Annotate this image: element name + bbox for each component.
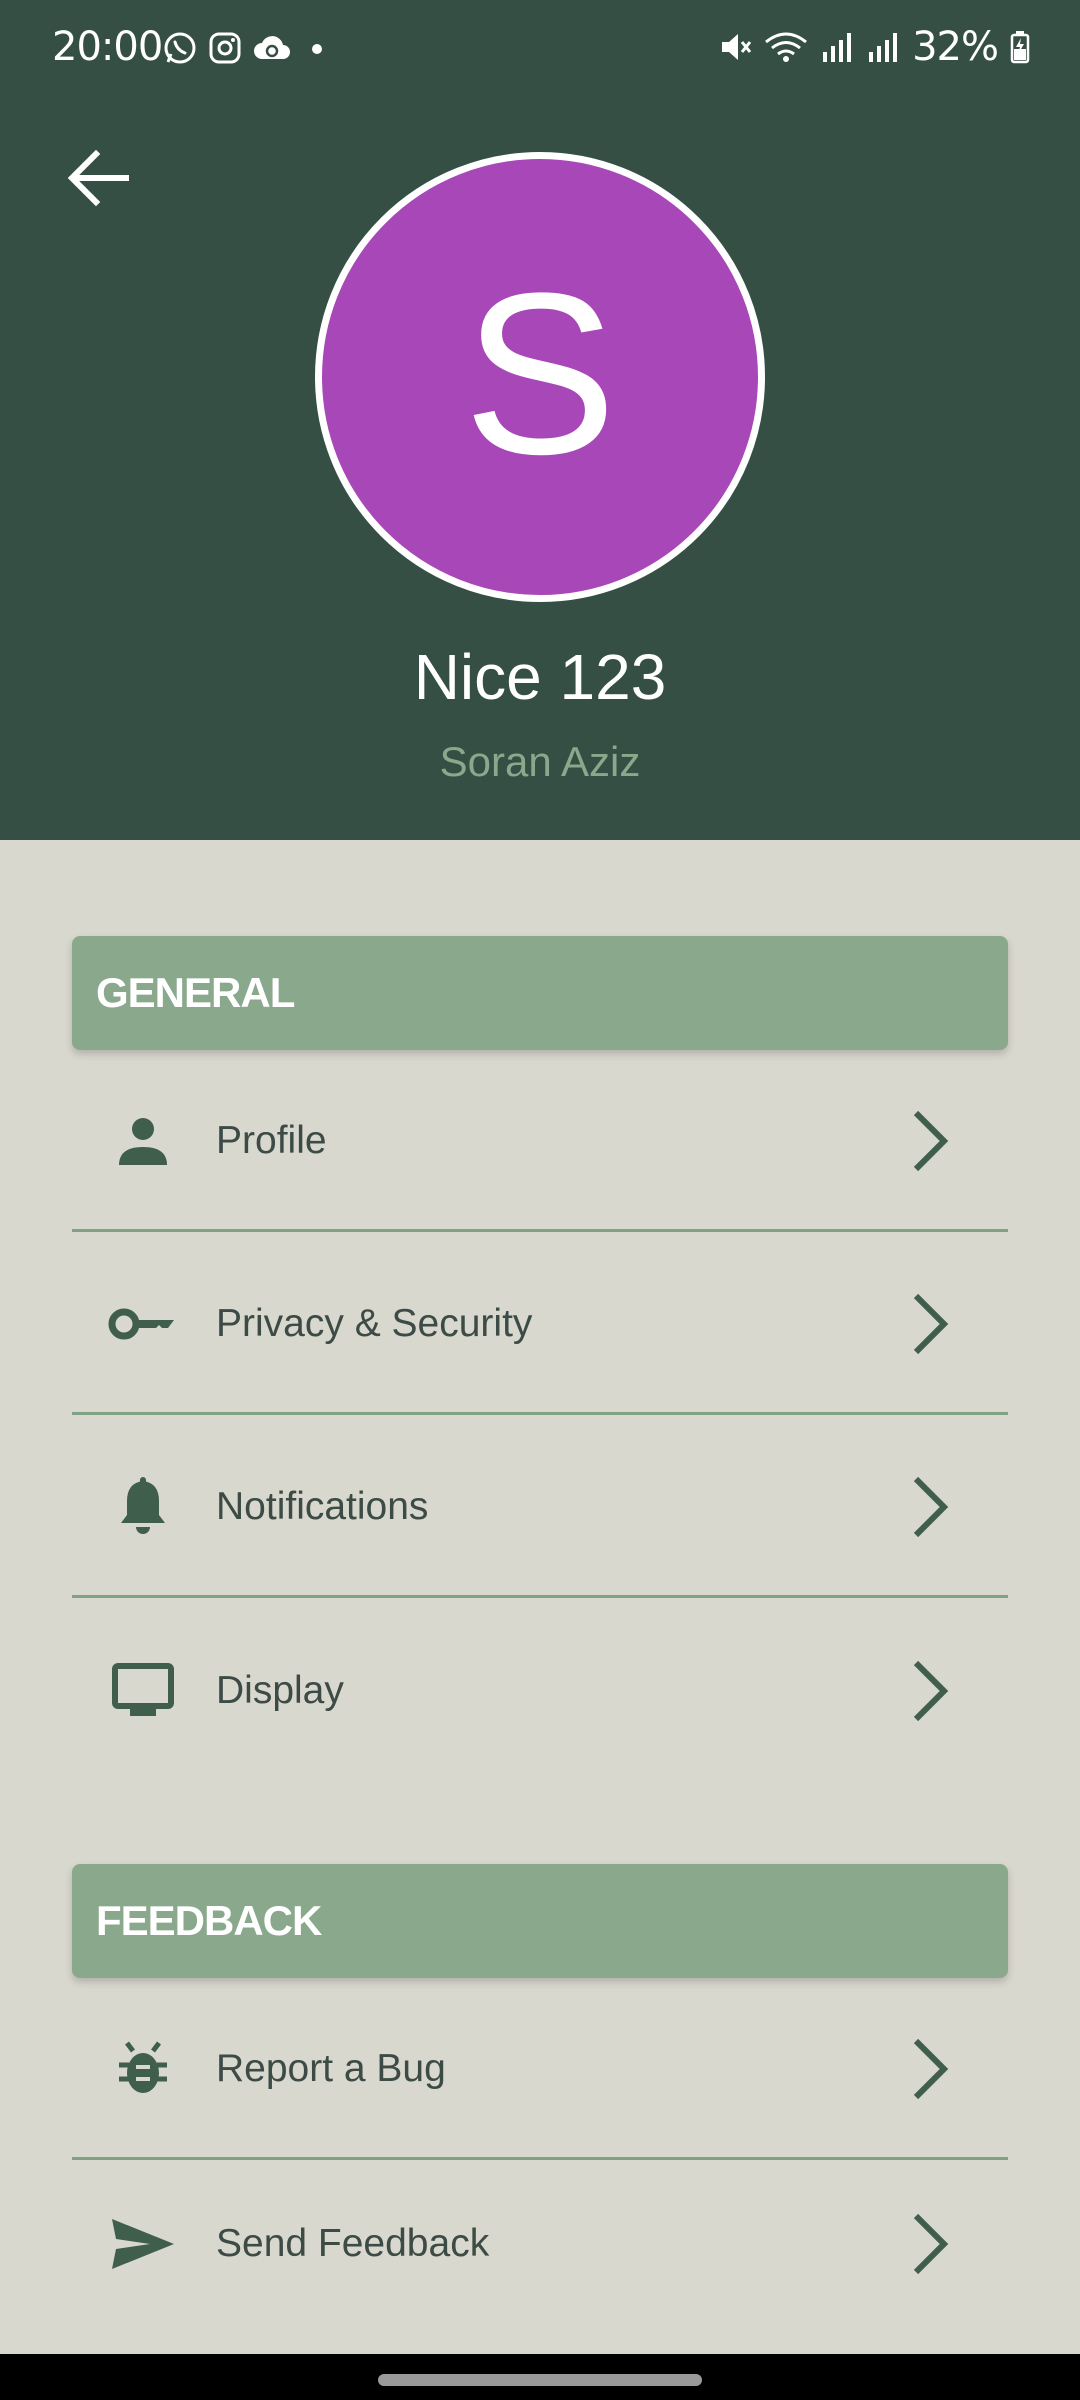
chevron-right-icon — [900, 1106, 960, 1176]
send-icon — [108, 2209, 178, 2279]
signal-icon — [866, 30, 900, 64]
battery-percent: 32% — [912, 24, 999, 70]
avatar[interactable]: S — [315, 152, 765, 602]
chevron-right-icon — [900, 2209, 960, 2279]
settings-item-label: Send Feedback — [216, 2222, 490, 2265]
wifi-icon — [764, 30, 808, 64]
profile-header: 20:00 32% S Nice 123 Soran Aziz — [0, 0, 1080, 840]
mute-icon — [718, 30, 752, 64]
back-button[interactable] — [58, 140, 138, 220]
whatsapp-icon — [162, 30, 198, 66]
person-icon — [108, 1106, 178, 1176]
chevron-right-icon — [900, 1289, 960, 1359]
chevron-right-icon — [900, 1472, 960, 1542]
cloud-sync-icon — [252, 31, 292, 65]
user-full-name: Soran Aziz — [439, 738, 641, 785]
settings-item-label: Display — [216, 1669, 344, 1712]
home-gesture-handle[interactable] — [378, 2374, 702, 2386]
dot-icon — [302, 33, 332, 63]
status-bar: 20:00 32% — [0, 0, 1080, 100]
signal-icon — [820, 30, 854, 64]
settings-item-send-feedback[interactable]: Send Feedback — [72, 2154, 1008, 2334]
status-time: 20:00 — [52, 24, 163, 70]
key-icon — [108, 1289, 178, 1359]
settings-item-privacy-security[interactable]: Privacy & Security — [72, 1235, 1008, 1415]
section-title: GENERAL — [96, 969, 295, 1016]
user-display-name: Nice 123 — [413, 641, 667, 713]
section-header-general: GENERAL — [72, 936, 1008, 1050]
instagram-icon — [208, 31, 242, 65]
settings-item-label: Notifications — [216, 1484, 429, 1528]
section-title: FEEDBACK — [96, 1897, 322, 1944]
settings-item-display[interactable]: Display — [72, 1601, 1008, 1781]
monitor-icon — [108, 1656, 178, 1726]
settings-item-label: Privacy & Security — [216, 1301, 533, 1345]
chevron-right-icon — [900, 1656, 960, 1726]
arrow-left-icon — [66, 148, 130, 212]
system-navigation-bar — [0, 2354, 1080, 2400]
section-header-feedback: FEEDBACK — [72, 1864, 1008, 1978]
avatar-letter: S — [463, 245, 617, 502]
settings-item-notifications[interactable]: Notifications — [72, 1418, 1008, 1598]
settings-item-label: Report a Bug — [216, 2046, 446, 2090]
chevron-right-icon — [900, 2034, 960, 2104]
settings-item-report-bug[interactable]: Report a Bug — [72, 1980, 1008, 2160]
battery-charging-icon — [1010, 30, 1030, 64]
settings-item-profile[interactable]: Profile — [72, 1052, 1008, 1232]
settings-item-label: Profile — [216, 1118, 327, 1162]
bug-icon — [108, 2034, 178, 2104]
bell-icon — [108, 1472, 178, 1542]
